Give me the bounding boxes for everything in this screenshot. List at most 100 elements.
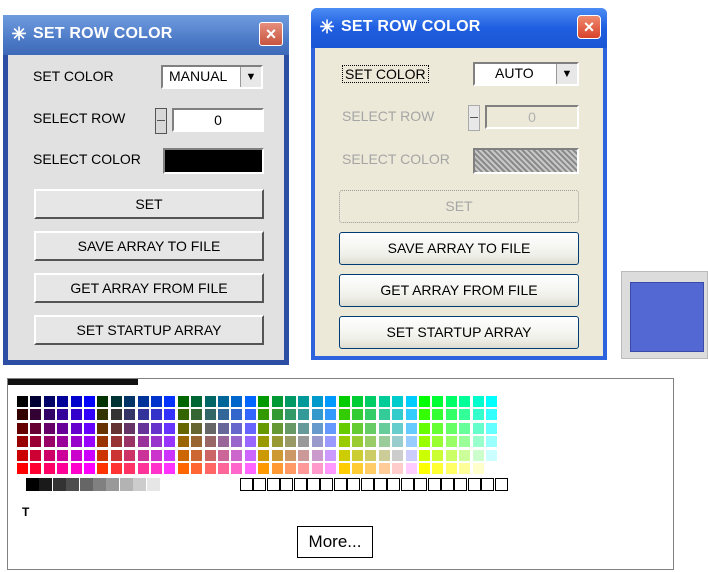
palette-color-cell[interactable] — [391, 395, 405, 408]
palette-color-cell[interactable] — [96, 448, 110, 462]
palette-custom-slot[interactable] — [307, 478, 320, 492]
palette-color-cell[interactable] — [377, 448, 391, 462]
palette-color-cell[interactable] — [471, 408, 485, 422]
title-bar[interactable]: ✳ SET ROW COLOR × — [311, 8, 607, 48]
palette-color-cell[interactable] — [56, 408, 70, 422]
palette-color-cell[interactable] — [310, 448, 324, 462]
palette-color-cell[interactable] — [418, 462, 431, 475]
palette-color-cell[interactable] — [42, 408, 56, 422]
palette-color-cell[interactable] — [270, 448, 284, 462]
palette-color-cell[interactable] — [297, 421, 311, 435]
palette-color-cell[interactable] — [431, 462, 445, 475]
palette-color-cell[interactable] — [217, 421, 230, 435]
palette-color-cell[interactable] — [190, 448, 204, 462]
palette-custom-slot[interactable] — [333, 478, 347, 492]
palette-custom-slot[interactable] — [414, 478, 428, 492]
palette-color-cell[interactable] — [297, 395, 311, 408]
more-colors-button[interactable]: More... — [297, 526, 373, 558]
palette-color-cell[interactable] — [485, 395, 498, 408]
palette-color-cell[interactable] — [203, 421, 217, 435]
palette-custom-slot[interactable] — [240, 478, 253, 492]
palette-color-cell[interactable] — [176, 421, 190, 435]
palette-color-cell[interactable] — [163, 395, 177, 408]
palette-color-cell[interactable] — [230, 435, 244, 449]
chevron-down-icon[interactable]: ▼ — [240, 67, 261, 87]
palette-color-cell[interactable] — [150, 421, 163, 435]
selected-color-swatch[interactable] — [163, 148, 264, 174]
palette-color-cell[interactable] — [56, 462, 70, 475]
palette-color-cell[interactable] — [136, 421, 150, 435]
palette-color-cell[interactable] — [458, 395, 472, 408]
palette-gray-cell[interactable] — [119, 478, 133, 492]
palette-color-cell[interactable] — [364, 435, 378, 449]
palette-custom-slot[interactable] — [374, 478, 387, 492]
palette-custom-slot[interactable] — [494, 478, 508, 492]
palette-color-cell[interactable] — [297, 435, 311, 449]
palette-color-cell[interactable] — [83, 421, 96, 435]
palette-color-cell[interactable] — [270, 421, 284, 435]
palette-color-cell[interactable] — [458, 408, 472, 422]
palette-color-cell[interactable] — [29, 435, 43, 449]
palette-color-cell[interactable] — [418, 421, 431, 435]
set-startup-array-button[interactable]: SET STARTUP ARRAY — [34, 315, 264, 345]
row-spinner[interactable] — [468, 105, 480, 131]
palette-color-cell[interactable] — [351, 421, 364, 435]
palette-color-cell[interactable] — [243, 435, 257, 449]
palette-gray-cell[interactable] — [79, 478, 93, 492]
palette-color-cell[interactable] — [123, 421, 137, 435]
palette-color-cell[interactable] — [284, 448, 297, 462]
get-array-button[interactable]: GET ARRAY FROM FILE — [339, 274, 579, 307]
palette-color-cell[interactable] — [42, 421, 56, 435]
palette-color-cell[interactable] — [163, 421, 177, 435]
row-number-field[interactable]: 0 — [485, 105, 579, 129]
palette-color-cell[interactable] — [176, 462, 190, 475]
palette-color-cell[interactable] — [485, 408, 498, 422]
palette-color-cell[interactable] — [324, 448, 338, 462]
palette-color-cell[interactable] — [29, 462, 43, 475]
palette-gray-cell[interactable] — [39, 478, 53, 492]
palette-color-cell[interactable] — [203, 395, 217, 408]
transparent-label[interactable]: T — [22, 505, 29, 519]
palette-color-cell[interactable] — [418, 395, 431, 408]
palette-color-cell[interactable] — [458, 448, 472, 462]
palette-color-cell[interactable] — [190, 408, 204, 422]
palette-color-cell[interactable] — [42, 435, 56, 449]
palette-color-cell[interactable] — [163, 408, 177, 422]
palette-color-cell[interactable] — [190, 462, 204, 475]
palette-color-cell[interactable] — [324, 395, 338, 408]
palette-custom-slot[interactable] — [481, 478, 495, 492]
palette-color-cell[interactable] — [42, 448, 56, 462]
get-array-button[interactable]: GET ARRAY FROM FILE — [34, 273, 264, 303]
palette-color-cell[interactable] — [42, 462, 56, 475]
palette-color-cell[interactable] — [431, 421, 445, 435]
palette-color-cell[interactable] — [230, 408, 244, 422]
palette-color-cell[interactable] — [270, 462, 284, 475]
set-button[interactable]: SET — [34, 189, 264, 219]
row-spinner[interactable] — [155, 108, 167, 134]
palette-color-cell[interactable] — [310, 395, 324, 408]
palette-color-cell[interactable] — [364, 448, 378, 462]
palette-color-cell[interactable] — [284, 408, 297, 422]
palette-color-cell[interactable] — [29, 408, 43, 422]
palette-color-cell[interactable] — [284, 435, 297, 449]
palette-color-cell[interactable] — [56, 448, 70, 462]
palette-color-cell[interactable] — [257, 462, 271, 475]
palette-color-cell[interactable] — [404, 395, 418, 408]
palette-color-cell[interactable] — [150, 395, 163, 408]
palette-color-cell[interactable] — [377, 421, 391, 435]
palette-color-cell[interactable] — [471, 435, 485, 449]
palette-color-cell[interactable] — [69, 448, 83, 462]
palette-color-cell[interactable] — [109, 435, 123, 449]
palette-color-cell[interactable] — [391, 421, 405, 435]
palette-gray-cell[interactable] — [93, 478, 106, 492]
palette-color-cell[interactable] — [243, 395, 257, 408]
palette-color-cell[interactable] — [324, 408, 338, 422]
palette-color-cell[interactable] — [377, 435, 391, 449]
palette-custom-slot[interactable] — [320, 478, 334, 492]
palette-color-cell[interactable] — [203, 462, 217, 475]
palette-color-cell[interactable] — [471, 421, 485, 435]
palette-color-cell[interactable] — [391, 408, 405, 422]
palette-gray-cell[interactable] — [146, 478, 160, 492]
palette-color-cell[interactable] — [136, 462, 150, 475]
palette-color-cell[interactable] — [364, 408, 378, 422]
